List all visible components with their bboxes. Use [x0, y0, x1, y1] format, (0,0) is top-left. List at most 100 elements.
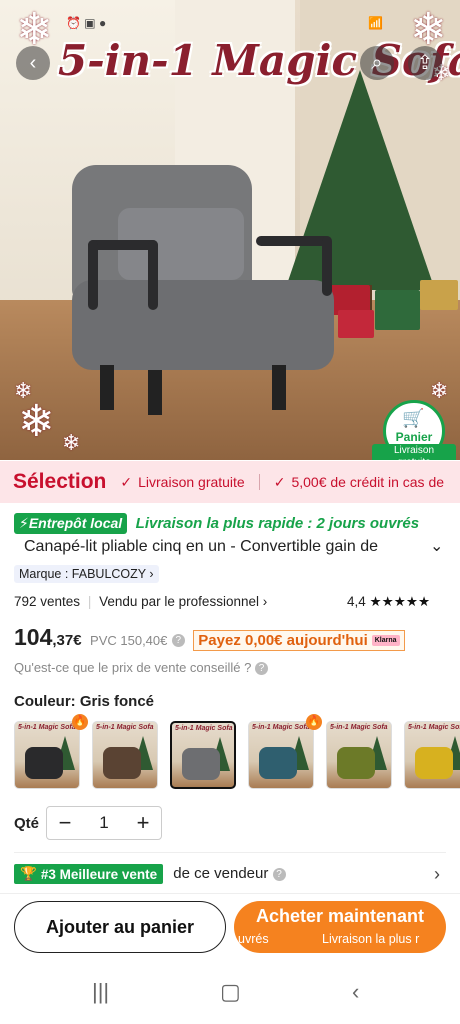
sofa-arm-left-post: [148, 240, 158, 310]
swatch-chair-image: [103, 747, 141, 779]
recent-apps-icon[interactable]: |||: [92, 979, 109, 1005]
free-shipping-ribbon: Livraison gratuite: [372, 444, 456, 460]
help-icon: ?: [272, 867, 286, 881]
divider: [258, 474, 260, 490]
product-image[interactable]: 5-in-1 Magic Sofa ❄ ❄ ❄ ❄ ❄ ❄ ❄ ⏰ ▣ ● 📶 …: [0, 0, 460, 460]
rrp-price: PVC 150,40€: [90, 633, 168, 648]
sofa-leg: [272, 365, 286, 410]
klarna-logo: Klarna: [371, 635, 400, 646]
delivery-time: Livraison la plus rapide : 2 jours ouvré…: [135, 515, 420, 532]
color-swatches: 5-in-1 Magic Sofa 5-in-1 Magic Sofa 5-in-1…: [14, 721, 460, 791]
rating-value: 4,4: [347, 594, 366, 609]
sofa-leg: [100, 365, 114, 410]
chevron-right-icon: ›: [149, 567, 154, 581]
cart-icon: 🛒: [402, 408, 425, 428]
swatch-chair-image: [415, 747, 453, 779]
ribbon-line1: Livraison: [393, 445, 435, 456]
snowflake-icon: ❄: [14, 378, 33, 403]
selection-item-label: 5,00€ de crédit in cas de: [291, 474, 445, 490]
buy-now-sub-right: Livraison la plus r: [322, 932, 420, 946]
color-label: Couleur: Gris foncé: [14, 693, 155, 710]
swatch-chair-image: [182, 748, 220, 780]
system-nav-bar: ||| ▢ ‹: [0, 961, 460, 1024]
sales-count: 792 ventes: [14, 594, 81, 609]
color-swatch-yellow[interactable]: 5-in-1 Magic Sofa: [404, 721, 460, 789]
buy-now-button[interactable]: Acheter maintenant uvrés Livraison la pl…: [234, 901, 446, 953]
swatch-title: 5-in-1 Magic Sofa: [96, 724, 154, 731]
cart-badge[interactable]: 🛒 Panier Livraison gratuite: [372, 400, 460, 460]
brand-row[interactable]: Marque : FABULCOZY ›: [14, 565, 159, 583]
action-bar: Ajouter au panier Acheter maintenant uvr…: [0, 893, 460, 961]
swatch-chair-image: [337, 747, 375, 779]
chevron-right-icon: ›: [262, 594, 268, 609]
price-integer: 104: [14, 624, 53, 650]
quantity-label: Qté: [14, 815, 40, 832]
selection-item-free-delivery: ✓ Livraison gratuite: [120, 474, 244, 491]
chevron-right-icon[interactable]: ›: [434, 864, 440, 885]
color-swatch-brown[interactable]: 5-in-1 Magic Sofa: [92, 721, 158, 789]
sofa-arm-left-post: [88, 240, 98, 310]
decrement-button[interactable]: −: [47, 810, 83, 836]
price-row: 104,37€ PVC 150,40€ ? Payez 0,00€ aujour…: [14, 624, 405, 651]
lightning-icon: ⚡: [19, 515, 29, 531]
warehouse-row: ⚡Entrepôt local Livraison la plus rapide…: [14, 513, 419, 534]
add-to-cart-button[interactable]: Ajouter au panier: [14, 901, 226, 953]
selection-title: Sélection: [13, 470, 107, 493]
seller-label: Vendu par le professionnel: [99, 594, 259, 609]
swatch-chair-image: [25, 747, 63, 779]
brand-label: Marque : FABULCOZY: [19, 567, 146, 581]
rating[interactable]: 4,4 ★★★★★: [347, 594, 430, 610]
star-rating-icon: ★★★★★: [369, 594, 431, 609]
gift-box: [420, 280, 458, 310]
product-title: Canapé-lit pliable cinq en un - Converti…: [24, 538, 378, 555]
best-seller-row[interactable]: 🏆 #3 Meilleure vente de ce vendeur ?: [14, 864, 286, 884]
sofa-arm-right-post: [322, 236, 332, 296]
back-arrow-icon[interactable]: ‹: [16, 46, 50, 80]
selection-item-credit: ✓ 5,00€ de crédit in cas de: [274, 474, 444, 491]
increment-button[interactable]: +: [125, 810, 161, 836]
rrp-help-link[interactable]: Qu'est-ce que le prix de vente conseillé…: [14, 660, 268, 676]
chevron-down-icon[interactable]: ⌄: [430, 536, 443, 556]
selection-item-label: Livraison gratuite: [138, 474, 245, 490]
trophy-icon: 🏆: [20, 866, 37, 881]
snowflake-icon: ❄: [62, 430, 81, 455]
local-warehouse-tag: ⚡Entrepôt local: [14, 513, 128, 534]
sofa-seat: [72, 280, 334, 370]
snowflake-icon: ❄: [430, 378, 449, 403]
share-icon[interactable]: ⇪: [408, 46, 442, 80]
help-icon: ?: [254, 662, 268, 676]
swatch-title: 5-in-1 Magic Sofa: [408, 724, 460, 731]
local-warehouse-label: Entrepôt local: [28, 515, 123, 531]
brand-tag: Marque : FABULCOZY ›: [14, 565, 159, 583]
search-icon[interactable]: ⌕: [360, 46, 394, 80]
buy-now-label: Acheter maintenant: [255, 906, 425, 926]
best-seller-text: de ce vendeur: [173, 865, 269, 882]
rrp-help-label: Qu'est-ce que le prix de vente conseillé…: [14, 660, 252, 675]
quantity-stepper[interactable]: − 1 +: [46, 806, 162, 840]
best-seller-label: #3 Meilleure vente: [40, 866, 158, 882]
gift-box: [375, 290, 420, 330]
klarna-pay-banner[interactable]: Payez 0,00€ aujourd'hui Klarna: [193, 630, 405, 651]
check-icon: ✓: [120, 473, 133, 490]
selection-bar[interactable]: Sélection ✓ Livraison gratuite ✓ 5,00€ d…: [0, 461, 460, 503]
hero-title: 5-in-1 Magic Sofa: [58, 36, 460, 85]
pay-today-label: Payez 0,00€ aujourd'hui: [198, 632, 368, 649]
swatch-title: 5-in-1 Magic Sofa: [175, 725, 233, 732]
seller-link[interactable]: Vendu par le professionnel ›: [99, 594, 267, 609]
color-swatch-grey[interactable]: 5-in-1 Magic Sofa: [170, 721, 236, 789]
home-icon[interactable]: ▢: [220, 979, 241, 1005]
swatch-title: 5-in-1 Magic Sofa: [330, 724, 388, 731]
christmas-tree-image: [285, 70, 435, 290]
status-icons: ⏰ ▣ ●: [66, 16, 107, 30]
color-swatch-teal[interactable]: 5-in-1 Magic Sofa: [248, 721, 314, 789]
color-swatch-olive[interactable]: 5-in-1 Magic Sofa: [326, 721, 392, 789]
product-title-row[interactable]: Canapé-lit pliable cinq en un - Converti…: [24, 538, 404, 556]
quantity-value[interactable]: 1: [83, 813, 125, 833]
buy-now-sub-left: uvrés: [238, 932, 269, 946]
color-swatch-black[interactable]: 5-in-1 Magic Sofa: [14, 721, 80, 789]
back-icon[interactable]: ‹: [352, 979, 359, 1005]
divider: |: [87, 594, 92, 609]
gift-box: [338, 310, 374, 338]
hot-icon: 🔥: [306, 714, 322, 730]
help-icon[interactable]: ?: [171, 634, 185, 648]
